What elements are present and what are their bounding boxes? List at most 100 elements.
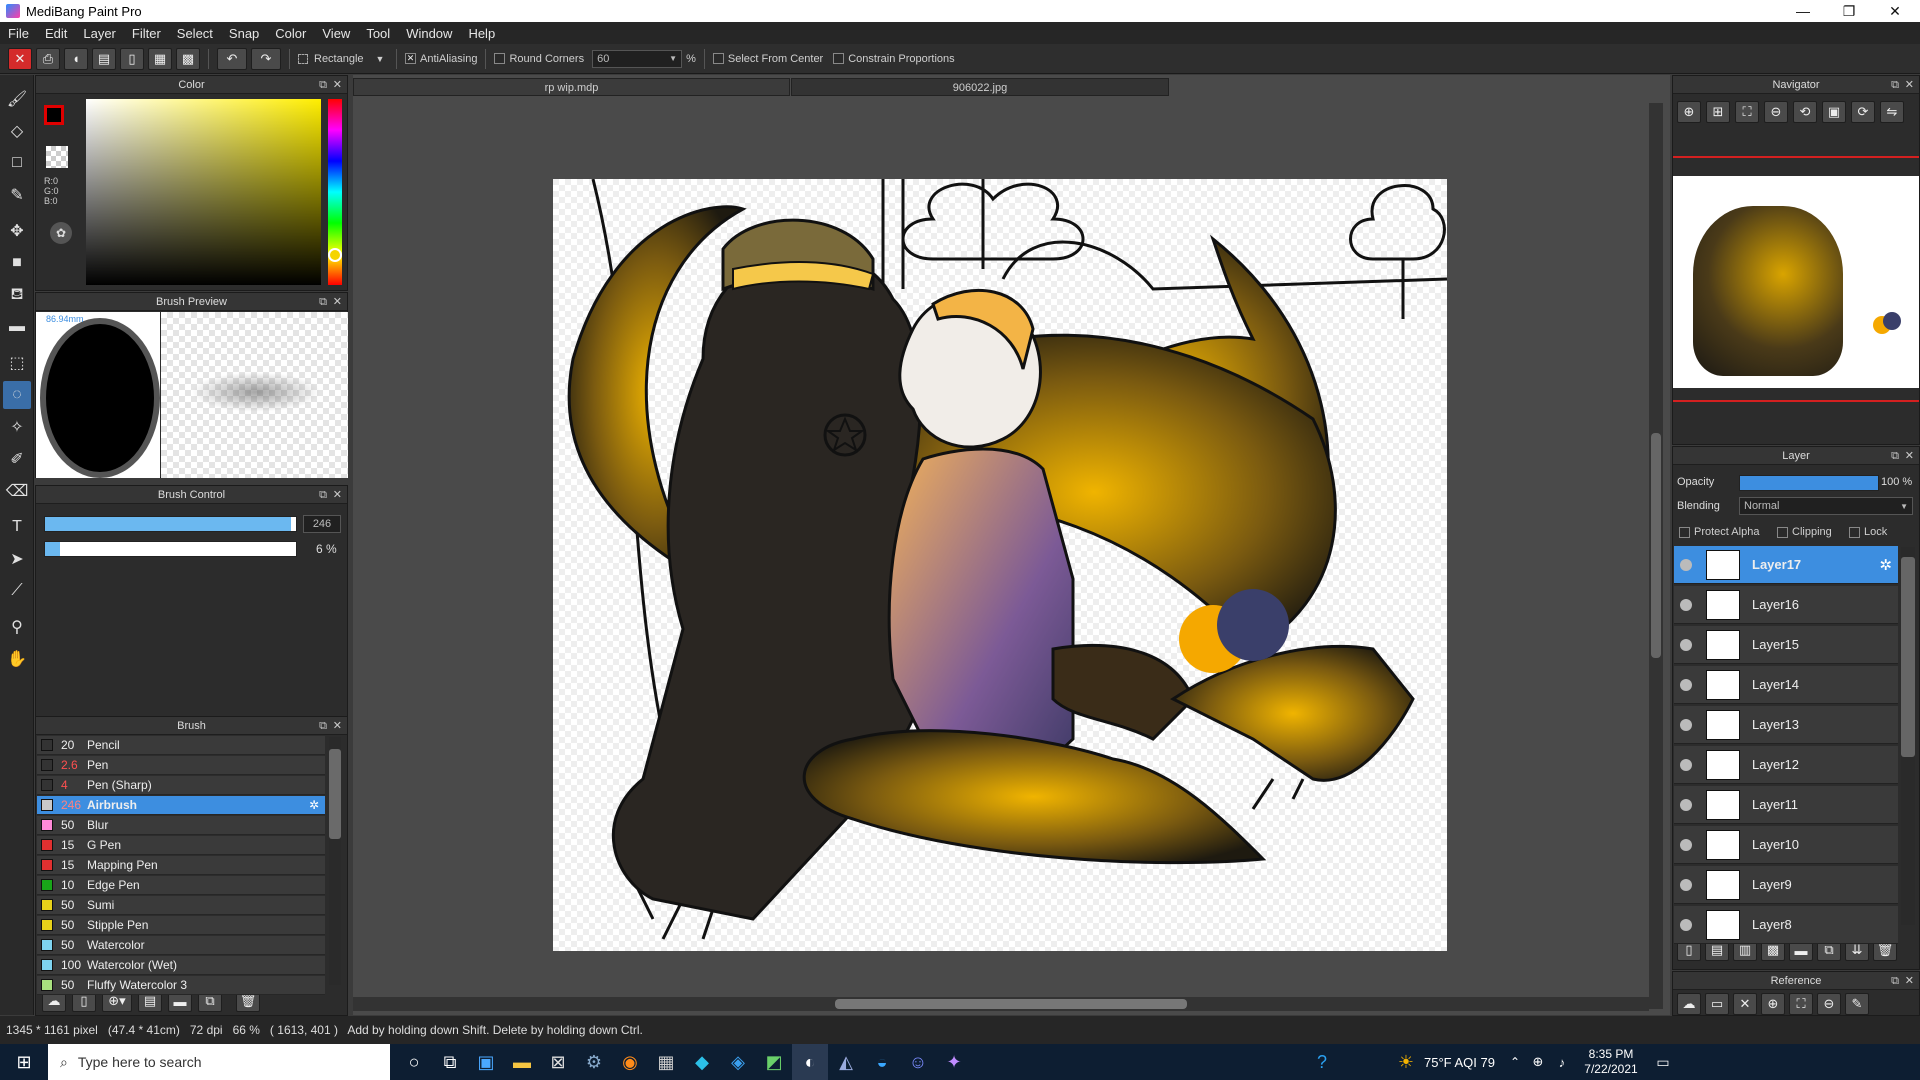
layer-item-layer12[interactable]: Layer12 [1674, 746, 1898, 784]
layer-item-layer10[interactable]: Layer10 [1674, 826, 1898, 864]
brush-item-mapping-pen[interactable]: 15 Mapping Pen [37, 856, 325, 875]
menu-snap[interactable]: Snap [221, 26, 267, 41]
visibility-eye-icon[interactable] [1680, 918, 1692, 931]
app-icon[interactable]: ✦ [936, 1044, 972, 1080]
round-corners-value[interactable]: 60 ▼ [592, 49, 683, 68]
gradient-tool-icon[interactable]: ▬ [3, 313, 31, 341]
brush-opacity-slider[interactable] [44, 541, 297, 557]
brush-item-pen-sharp-[interactable]: 4 Pen (Sharp) [37, 776, 325, 795]
divide-tool-icon[interactable]: ⟋ [3, 577, 31, 605]
redo-icon[interactable]: ↷ [251, 47, 281, 70]
text-tool-icon[interactable]: T [3, 513, 31, 541]
visibility-eye-icon[interactable] [1680, 558, 1692, 571]
notification-icon[interactable]: ▭ [1648, 1044, 1678, 1080]
eraser-tool-icon[interactable]: ◇ [3, 117, 31, 145]
layer-item-layer17[interactable]: Layer17 ✲ [1674, 546, 1898, 584]
canvas-horizontal-scrollbar[interactable] [353, 997, 1649, 1011]
grid-icon[interactable]: ▩ [176, 47, 200, 70]
popout-icon[interactable]: ⧉ [1891, 447, 1899, 465]
gear-icon[interactable]: ✲ [309, 798, 319, 812]
popout-icon[interactable]: ⧉ [1891, 972, 1899, 990]
medibang-taskbar-icon[interactable]: ◐ [792, 1044, 828, 1080]
fit-icon[interactable]: ⛶ [1735, 101, 1759, 123]
select-tool-icon[interactable]: ⬚ [3, 349, 31, 377]
visibility-eye-icon[interactable] [1680, 598, 1692, 611]
page-icon[interactable]: ▯ [120, 47, 144, 70]
layout-icon[interactable]: ▦ [148, 47, 172, 70]
menu-tool[interactable]: Tool [358, 26, 398, 41]
layer-list-scrollbar[interactable] [1901, 547, 1915, 925]
visibility-eye-icon[interactable] [1680, 758, 1692, 771]
close-panel-icon[interactable]: ✕ [333, 76, 342, 94]
brush-item-g-pen[interactable]: 15 G Pen [37, 836, 325, 855]
close-panel-icon[interactable]: ✕ [1905, 447, 1914, 465]
menu-edit[interactable]: Edit [37, 26, 75, 41]
minecraft-icon[interactable]: ◩ [756, 1044, 792, 1080]
navigator-thumbnail[interactable] [1673, 176, 1919, 388]
brush-item-airbrush[interactable]: 246 Airbrush ✲ [37, 796, 325, 815]
menu-view[interactable]: View [314, 26, 358, 41]
visibility-eye-icon[interactable] [1680, 798, 1692, 811]
app-icon[interactable]: ◆ [684, 1044, 720, 1080]
close-panel-icon[interactable]: ✕ [333, 486, 342, 504]
popout-icon[interactable]: ⧉ [319, 293, 327, 311]
app-icon[interactable]: ◒ [864, 1044, 900, 1080]
layer-item-layer16[interactable]: Layer16 [1674, 586, 1898, 624]
monitor-app-icon[interactable]: ▣ [468, 1044, 504, 1080]
firefox-icon[interactable]: ◉ [612, 1044, 648, 1080]
zoom-out-icon[interactable]: ⊖ [1764, 101, 1788, 123]
task-view-icon[interactable]: ⧉ [432, 1044, 468, 1080]
layer-item-layer14[interactable]: Layer14 [1674, 666, 1898, 704]
speech-bubble-icon[interactable]: ◖ [64, 47, 88, 70]
select-from-center-checkbox[interactable]: Select From Center [712, 53, 823, 65]
protect-alpha-checkbox[interactable]: Protect Alpha [1679, 526, 1759, 538]
open-folder-icon[interactable]: ▭ [1705, 993, 1729, 1015]
actual-size-icon[interactable]: ▣ [1822, 101, 1846, 123]
panel-icon[interactable]: ▤ [92, 47, 116, 70]
zoom-in-icon[interactable]: ⊕ [1677, 101, 1701, 123]
rotate-right-icon[interactable]: ⟳ [1851, 101, 1875, 123]
transparent-color-swatch[interactable] [46, 146, 68, 168]
crop-icon[interactable]: ⎙ [36, 47, 60, 70]
close-panel-icon[interactable]: ✕ [333, 717, 342, 735]
app-icon[interactable]: ⚙ [576, 1044, 612, 1080]
close-panel-icon[interactable]: ✕ [1905, 76, 1914, 94]
visibility-eye-icon[interactable] [1680, 718, 1692, 731]
select-eraser-icon[interactable]: ⌫ [3, 477, 31, 505]
hand-tool-icon[interactable]: ✋ [3, 645, 31, 673]
visibility-eye-icon[interactable] [1680, 838, 1692, 851]
layer-opacity-slider[interactable] [1739, 475, 1879, 491]
brush-item-pen[interactable]: 2.6 Pen [37, 756, 325, 775]
layer-item-layer13[interactable]: Layer13 [1674, 706, 1898, 744]
brush-item-pencil[interactable]: 20 Pencil [37, 736, 325, 755]
visibility-eye-icon[interactable] [1680, 638, 1692, 651]
lasso-tool-icon[interactable]: ◌ [3, 381, 31, 409]
brush-item-fluffy-watercolor-3[interactable]: 50 Fluffy Watercolor 3 [37, 976, 325, 995]
menu-window[interactable]: Window [398, 26, 460, 41]
cloud-icon[interactable]: ☁ [1677, 993, 1701, 1015]
constrain-proportions-checkbox[interactable]: Constrain Proportions [833, 53, 955, 65]
blending-dropdown[interactable]: Normal ▼ [1739, 497, 1913, 515]
brush-item-watercolor[interactable]: 50 Watercolor [37, 936, 325, 955]
brush-item-stipple-pen[interactable]: 50 Stipple Pen [37, 916, 325, 935]
visibility-eye-icon[interactable] [1680, 678, 1692, 691]
clock[interactable]: 8:35 PM 7/22/2021 [1574, 1047, 1648, 1077]
layer-item-layer11[interactable]: Layer11 [1674, 786, 1898, 824]
dot-tool-icon[interactable]: □ [3, 149, 31, 177]
saturation-value-picker[interactable] [86, 99, 321, 285]
undo-icon[interactable]: ↶ [217, 47, 247, 70]
round-corners-checkbox[interactable]: Round Corners [494, 53, 584, 65]
visibility-eye-icon[interactable] [1680, 878, 1692, 891]
brush-size-slider[interactable] [44, 516, 297, 532]
eyedropper-icon[interactable]: ✎ [1845, 993, 1869, 1015]
maximize-button[interactable]: ❐ [1826, 0, 1872, 22]
antialiasing-checkbox[interactable]: ✕ AntiAliasing [405, 53, 477, 65]
magic-wand-icon[interactable]: ✧ [3, 413, 31, 441]
file-explorer-icon[interactable]: ▬ [504, 1044, 540, 1080]
move-tool-icon[interactable]: ✥ [3, 217, 31, 245]
windows-start-icon[interactable]: ⊞ [0, 1044, 48, 1080]
brush-tool-icon[interactable]: 🖌 [3, 85, 31, 113]
menu-filter[interactable]: Filter [124, 26, 169, 41]
artwork-canvas[interactable] [553, 179, 1447, 951]
popout-icon[interactable]: ⧉ [319, 76, 327, 94]
